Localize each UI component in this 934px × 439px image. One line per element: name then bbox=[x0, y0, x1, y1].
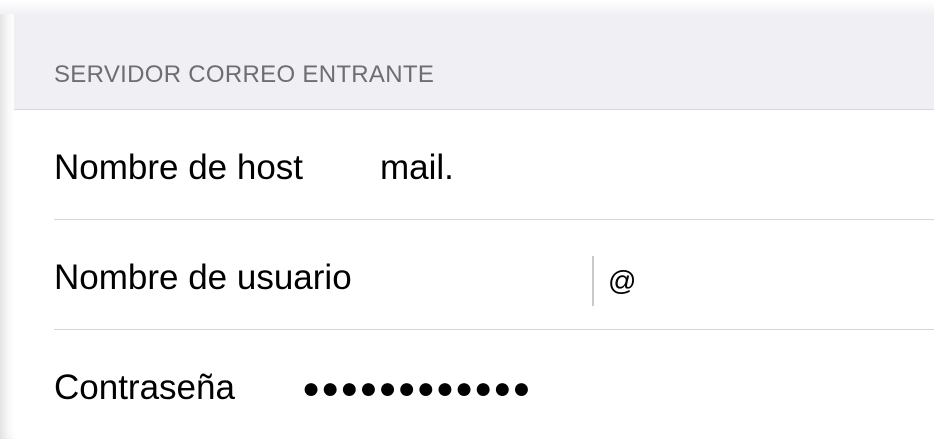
password-field[interactable]: ●●●●●●●●●●●● bbox=[302, 372, 531, 406]
password-row[interactable]: Contraseña ●●●●●●●●●●●● bbox=[14, 330, 934, 439]
incoming-server-list: Nombre de host mail. Nombre de usuario @… bbox=[14, 110, 934, 439]
mail-settings-screen: SERVIDOR CORREO ENTRANTE Nombre de host … bbox=[0, 0, 934, 439]
hostname-row[interactable]: Nombre de host mail. bbox=[14, 110, 934, 220]
username-row[interactable]: Nombre de usuario @ bbox=[14, 220, 934, 330]
text-cursor bbox=[592, 256, 594, 306]
hostname-field[interactable]: mail. bbox=[380, 148, 454, 188]
top-shadow bbox=[0, 0, 934, 14]
hostname-label: Nombre de host bbox=[54, 148, 304, 187]
password-label: Contraseña bbox=[54, 368, 235, 407]
section-title: SERVIDOR CORREO ENTRANTE bbox=[54, 61, 435, 88]
section-header: SERVIDOR CORREO ENTRANTE bbox=[14, 14, 934, 110]
username-field[interactable]: @ bbox=[608, 265, 636, 297]
username-label: Nombre de usuario bbox=[54, 258, 352, 297]
